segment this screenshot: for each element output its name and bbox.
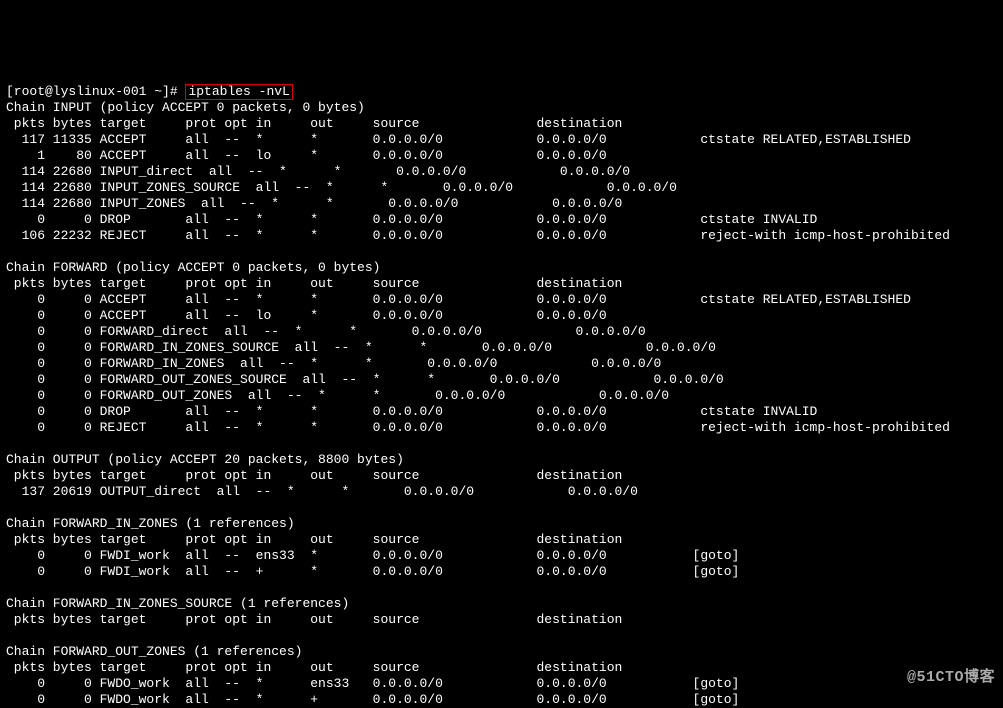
- iptables-chains: Chain INPUT (policy ACCEPT 0 packets, 0 …: [6, 100, 997, 708]
- terminal-output[interactable]: [root@lyslinux-001 ~]# iptables -nvL Cha…: [0, 80, 1003, 708]
- watermark-text: @51CTO博客: [907, 670, 995, 686]
- shell-prompt: [root@lyslinux-001 ~]#: [6, 84, 185, 99]
- command-highlight: iptables -nvL: [185, 84, 292, 100]
